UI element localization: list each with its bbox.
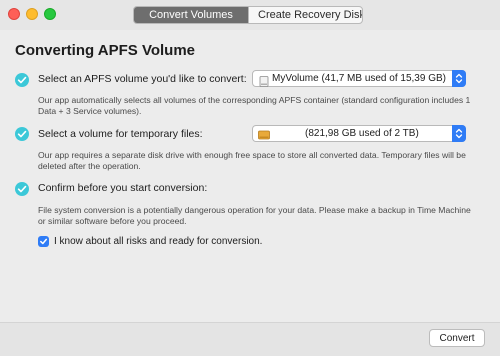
- risk-acknowledge-label[interactable]: I know about all risks and ready for con…: [54, 236, 262, 247]
- temp-volume-value: (821,98 GB used of 2 TB): [305, 128, 419, 139]
- app-window: Convert Volumes Create Recovery Disk Con…: [0, 0, 500, 356]
- footer-bar: Convert: [0, 322, 500, 356]
- step-confirm-label: Confirm before you start conversion:: [38, 182, 208, 194]
- minimize-window-button[interactable]: [26, 8, 38, 20]
- step-complete-check-icon: [15, 127, 29, 141]
- step-temp-volume-description: Our app requires a separate disk drive w…: [38, 150, 466, 171]
- mode-tabs: Convert Volumes Create Recovery Disk: [133, 6, 363, 24]
- convert-button[interactable]: Convert: [429, 329, 485, 347]
- tab-create-recovery-disk[interactable]: Create Recovery Disk: [248, 7, 362, 23]
- temp-volume-popup[interactable]: (821,98 GB used of 2 TB): [252, 125, 466, 142]
- tab-convert-volumes[interactable]: Convert Volumes: [134, 7, 248, 23]
- risk-acknowledge-checkbox[interactable]: [38, 236, 49, 247]
- zoom-window-button[interactable]: [44, 8, 56, 20]
- step-select-volume-label: Select an APFS volume you'd like to conv…: [38, 73, 247, 85]
- page-title: Converting APFS Volume: [15, 42, 196, 59]
- external-drive-icon: [258, 128, 270, 146]
- step-complete-check-icon: [15, 73, 29, 87]
- apfs-volume-value: MyVolume (41,7 MB used of 15,39 GB): [272, 73, 446, 84]
- main-content: Converting APFS Volume Select an APFS vo…: [0, 30, 500, 322]
- title-bar: Convert Volumes Create Recovery Disk: [0, 0, 500, 30]
- apfs-volume-popup[interactable]: MyVolume (41,7 MB used of 15,39 GB): [252, 70, 466, 87]
- popup-chevron-icon: [452, 70, 466, 87]
- step-temp-volume-label: Select a volume for temporary files:: [38, 128, 203, 140]
- step-complete-check-icon: [15, 182, 29, 196]
- step-select-volume-description: Our app automatically selects all volume…: [38, 95, 471, 116]
- close-window-button[interactable]: [8, 8, 20, 20]
- drive-icon: [259, 74, 269, 92]
- popup-chevron-icon: [452, 125, 466, 142]
- step-confirm-description: File system conversion is a potentially …: [38, 205, 471, 226]
